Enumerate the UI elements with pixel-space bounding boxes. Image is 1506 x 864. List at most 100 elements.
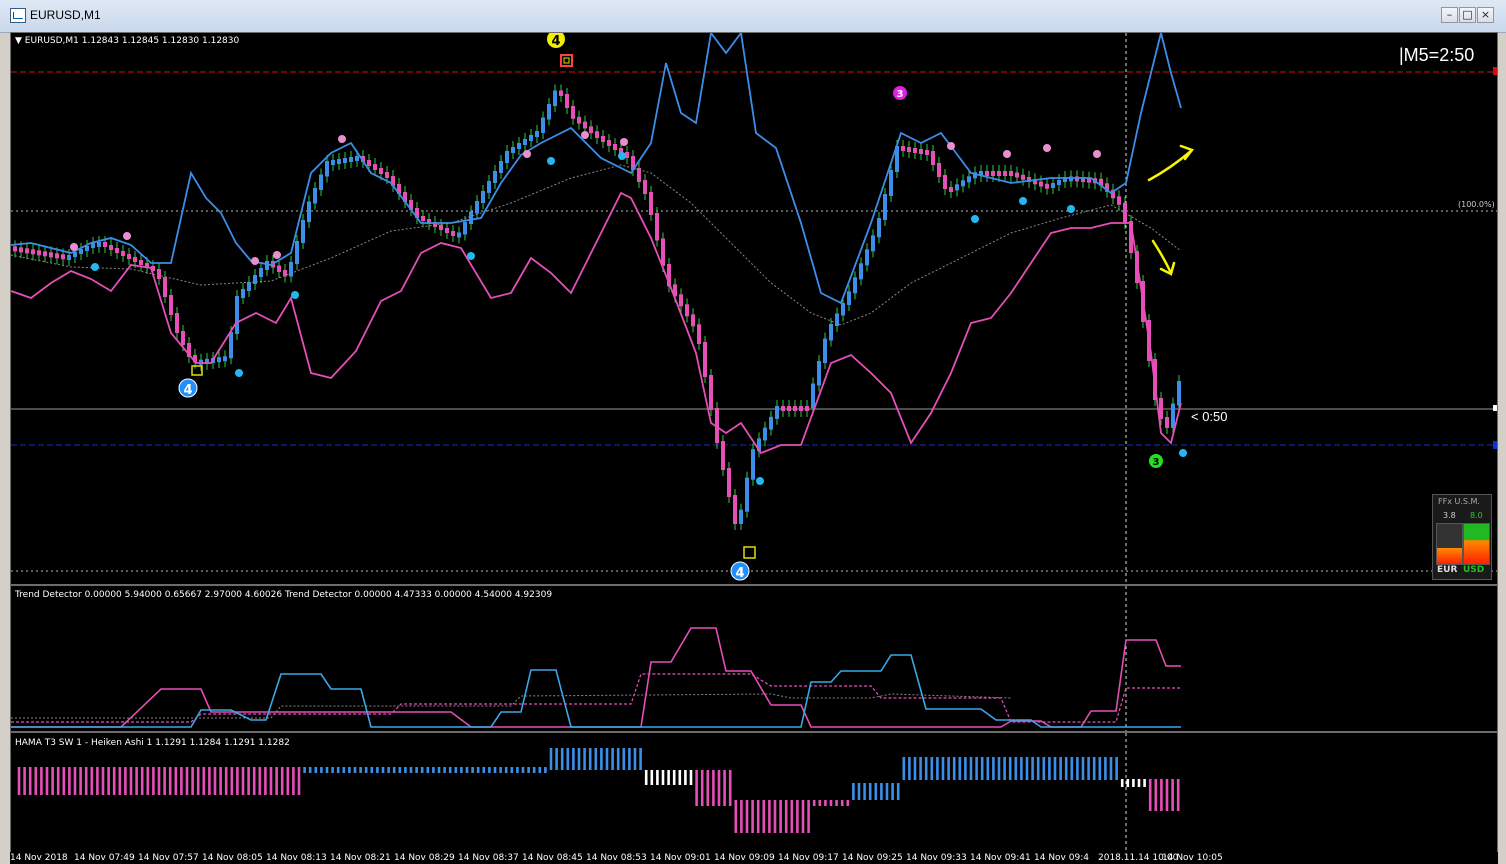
candle-body	[679, 294, 683, 307]
candle-body	[805, 406, 809, 411]
time-axis-label: 14 Nov 2018	[10, 853, 68, 863]
candle-body	[955, 184, 959, 191]
candle-body	[529, 135, 533, 141]
time-axis-label: 14 Nov 08:21	[330, 853, 391, 863]
candle-body	[121, 251, 125, 256]
candle-body	[835, 313, 839, 326]
candle-body	[295, 241, 299, 264]
eur-value: 3.8	[1443, 511, 1456, 520]
heiken-ashi-bars	[17, 748, 1180, 833]
candle-body	[253, 275, 257, 284]
candle-body	[925, 150, 929, 155]
candle-body	[655, 213, 659, 241]
candle-body	[859, 263, 863, 280]
candle-body	[1171, 403, 1175, 428]
candle-body	[301, 220, 305, 243]
red-price-tag	[1493, 67, 1497, 75]
candle-body	[163, 277, 167, 297]
candle-body	[589, 126, 593, 134]
maximize-button[interactable]: □	[1459, 7, 1476, 23]
candle-body	[745, 477, 749, 512]
candle-body	[277, 265, 281, 272]
candle-body	[823, 338, 827, 363]
time-axis-label: 14 Nov 09:09	[714, 853, 775, 863]
trend-detector-canvas	[11, 586, 1181, 731]
candle-body	[451, 231, 455, 236]
candle-body	[913, 148, 917, 153]
candle-body	[265, 261, 269, 270]
candle-body	[931, 151, 935, 165]
candle-body	[1117, 196, 1121, 205]
time-axis-label: 14 Nov 08:05	[202, 853, 263, 863]
wave-4-marker-3: 4	[735, 566, 744, 581]
candle-body	[385, 172, 389, 178]
candle-body	[577, 116, 581, 124]
candle-body	[799, 406, 803, 411]
eur-label: EUR	[1437, 565, 1458, 575]
candle-body	[421, 216, 425, 221]
candle-body	[259, 268, 263, 277]
candle-body	[907, 147, 911, 152]
candle-body	[685, 304, 689, 317]
trend-detector-panel[interactable]: Trend Detector 0.00000 5.94000 0.65667 2…	[10, 585, 1498, 732]
candle-body	[727, 468, 731, 497]
window-title-bar: EURUSD,M1 – □ ×	[0, 0, 1506, 33]
candle-body	[1045, 183, 1049, 189]
candle-body	[109, 245, 113, 250]
candle-body	[541, 117, 545, 133]
candle-body	[811, 383, 815, 408]
candle-body	[73, 252, 77, 257]
candle-body	[19, 247, 23, 253]
candle-body	[181, 331, 185, 345]
candle-body	[793, 406, 797, 411]
collapse-icon[interactable]: ▼	[15, 36, 25, 46]
candle-body	[559, 90, 563, 96]
candle-body	[883, 194, 887, 220]
candle-body	[343, 158, 347, 163]
wave-count-markers: 4 4 3 4 3	[178, 33, 1163, 581]
candle-body	[703, 342, 707, 377]
candle-body	[613, 144, 617, 150]
candle-body	[25, 248, 29, 254]
currency-strength-widget[interactable]: FFx U.S.M. 3.8 8.0 EUR USD	[1432, 494, 1492, 580]
candle-body	[217, 357, 221, 363]
heiken-ashi-canvas	[17, 733, 1180, 852]
candle-body	[649, 192, 653, 215]
main-price-chart[interactable]: 4 4 3 4 3 ▼ EURUSD,M1 1.12843 1.12845 1.…	[10, 32, 1498, 585]
candle-body	[643, 180, 647, 194]
candle-body	[337, 159, 341, 164]
candle-body	[1015, 172, 1019, 178]
candle-body	[79, 249, 83, 254]
candle-body	[565, 94, 569, 108]
candle-body	[1003, 171, 1007, 176]
usd-value: 8.0	[1470, 511, 1483, 520]
time-axis-label: 14 Nov 08:53	[586, 853, 647, 863]
time-axis-label: 14 Nov 08:13	[266, 853, 327, 863]
candle-body	[709, 375, 713, 410]
candle-body	[763, 427, 767, 441]
candle-body	[367, 160, 371, 166]
candle-body	[607, 140, 611, 146]
candle-body	[847, 291, 851, 305]
candle-body	[313, 188, 317, 204]
candle-body	[499, 161, 503, 173]
candle-body	[475, 201, 479, 214]
candle-body	[751, 449, 755, 480]
candle-body	[601, 136, 605, 142]
minimize-button[interactable]: –	[1441, 7, 1458, 23]
candle-body	[481, 191, 485, 203]
candle-body	[355, 156, 359, 161]
candle-body	[991, 171, 995, 176]
candle-body	[721, 441, 725, 470]
candle-body	[889, 170, 893, 196]
eur-strength-bar	[1436, 523, 1463, 565]
candle-body	[535, 131, 539, 137]
candle-body	[319, 174, 323, 190]
close-button[interactable]: ×	[1477, 7, 1494, 23]
candle-body	[937, 163, 941, 177]
time-axis-label: 14 Nov 08:29	[394, 853, 455, 863]
candle-body	[373, 164, 377, 170]
heiken-ashi-panel[interactable]: HAMA T3 SW 1 - Heiken Ashi 1 1.1291 1.12…	[10, 732, 1498, 853]
candle-body	[229, 332, 233, 359]
candle-body	[853, 277, 857, 294]
